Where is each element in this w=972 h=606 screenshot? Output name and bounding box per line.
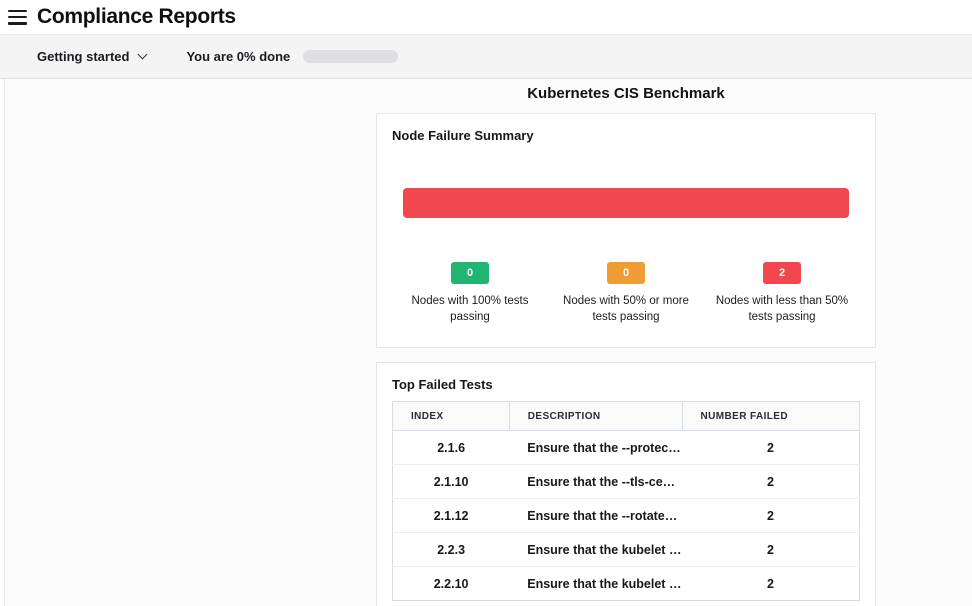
stat-label: Nodes with 50% or more tests passing bbox=[560, 293, 692, 325]
progress-status-text: You are 0% done bbox=[186, 49, 290, 64]
test-description: Ensure that the --protec… bbox=[509, 431, 682, 465]
getting-started-label: Getting started bbox=[37, 49, 129, 64]
report-content: Kubernetes CIS Benchmark Node Failure Su… bbox=[376, 79, 876, 606]
chevron-down-icon bbox=[138, 50, 148, 60]
getting-started-dropdown[interactable]: Getting started bbox=[37, 49, 146, 64]
stat-nodes-50-or-more-passing: 0 Nodes with 50% or more tests passing bbox=[548, 262, 704, 325]
column-header-index[interactable]: INDEX bbox=[393, 402, 510, 431]
stat-label: Nodes with 100% tests passing bbox=[395, 293, 545, 325]
test-description: Ensure that the --tls-ce… bbox=[509, 465, 682, 499]
column-header-description[interactable]: DESCRIPTION bbox=[509, 402, 682, 431]
test-number-failed: 2 bbox=[682, 431, 859, 465]
page-title: Compliance Reports bbox=[37, 5, 236, 29]
table-row[interactable]: 2.2.10 Ensure that the kubelet … 2 bbox=[393, 567, 860, 601]
table-row[interactable]: 2.1.12 Ensure that the --rotate… 2 bbox=[393, 499, 860, 533]
test-number-failed: 2 bbox=[682, 533, 859, 567]
test-description: Ensure that the --rotate… bbox=[509, 499, 682, 533]
node-failure-summary-card: Node Failure Summary 0 Nodes with 100% t… bbox=[376, 113, 876, 348]
table-row[interactable]: 2.1.6 Ensure that the --protec… 2 bbox=[393, 431, 860, 465]
compliance-reports-page: Compliance Reports Getting started You a… bbox=[0, 0, 972, 606]
hamburger-menu-icon[interactable] bbox=[8, 10, 27, 25]
test-description: Ensure that the kubelet … bbox=[509, 533, 682, 567]
top-header: Compliance Reports bbox=[0, 0, 972, 34]
stat-nodes-100-passing: 0 Nodes with 100% tests passing bbox=[392, 262, 548, 325]
failing-nodes-bar-segment bbox=[403, 188, 849, 218]
top-failed-tests-card: Top Failed Tests INDEX DESCRIPTION NUMBE… bbox=[376, 362, 876, 606]
getting-started-bar: Getting started You are 0% done bbox=[0, 34, 972, 79]
main-area: Kubernetes CIS Benchmark Node Failure Su… bbox=[4, 79, 972, 606]
table-row[interactable]: 2.1.10 Ensure that the --tls-ce… 2 bbox=[393, 465, 860, 499]
node-failure-stacked-bar bbox=[403, 188, 849, 218]
table-row[interactable]: 2.2.3 Ensure that the kubelet … 2 bbox=[393, 533, 860, 567]
test-index: 2.1.10 bbox=[393, 465, 510, 499]
test-number-failed: 2 bbox=[682, 499, 859, 533]
stat-label: Nodes with less than 50% tests passing bbox=[712, 293, 852, 325]
stat-count-badge: 0 bbox=[607, 262, 645, 284]
test-number-failed: 2 bbox=[682, 567, 859, 601]
summary-card-title: Node Failure Summary bbox=[392, 128, 860, 143]
stat-count-badge: 2 bbox=[763, 262, 801, 284]
benchmark-title: Kubernetes CIS Benchmark bbox=[376, 84, 876, 103]
test-index: 2.2.3 bbox=[393, 533, 510, 567]
summary-stats-row: 0 Nodes with 100% tests passing 0 Nodes … bbox=[392, 262, 860, 333]
table-header-row: INDEX DESCRIPTION NUMBER FAILED bbox=[393, 402, 860, 431]
test-index: 2.2.10 bbox=[393, 567, 510, 601]
progress-bar-track bbox=[303, 50, 398, 63]
test-index: 2.1.6 bbox=[393, 431, 510, 465]
test-index: 2.1.12 bbox=[393, 499, 510, 533]
test-description: Ensure that the kubelet … bbox=[509, 567, 682, 601]
stat-nodes-less-than-50-passing: 2 Nodes with less than 50% tests passing bbox=[704, 262, 860, 325]
top-failed-tests-table: INDEX DESCRIPTION NUMBER FAILED 2.1.6 En… bbox=[392, 401, 860, 601]
test-number-failed: 2 bbox=[682, 465, 859, 499]
stat-count-badge: 0 bbox=[451, 262, 489, 284]
tests-card-title: Top Failed Tests bbox=[392, 377, 860, 392]
column-header-number-failed[interactable]: NUMBER FAILED bbox=[682, 402, 859, 431]
